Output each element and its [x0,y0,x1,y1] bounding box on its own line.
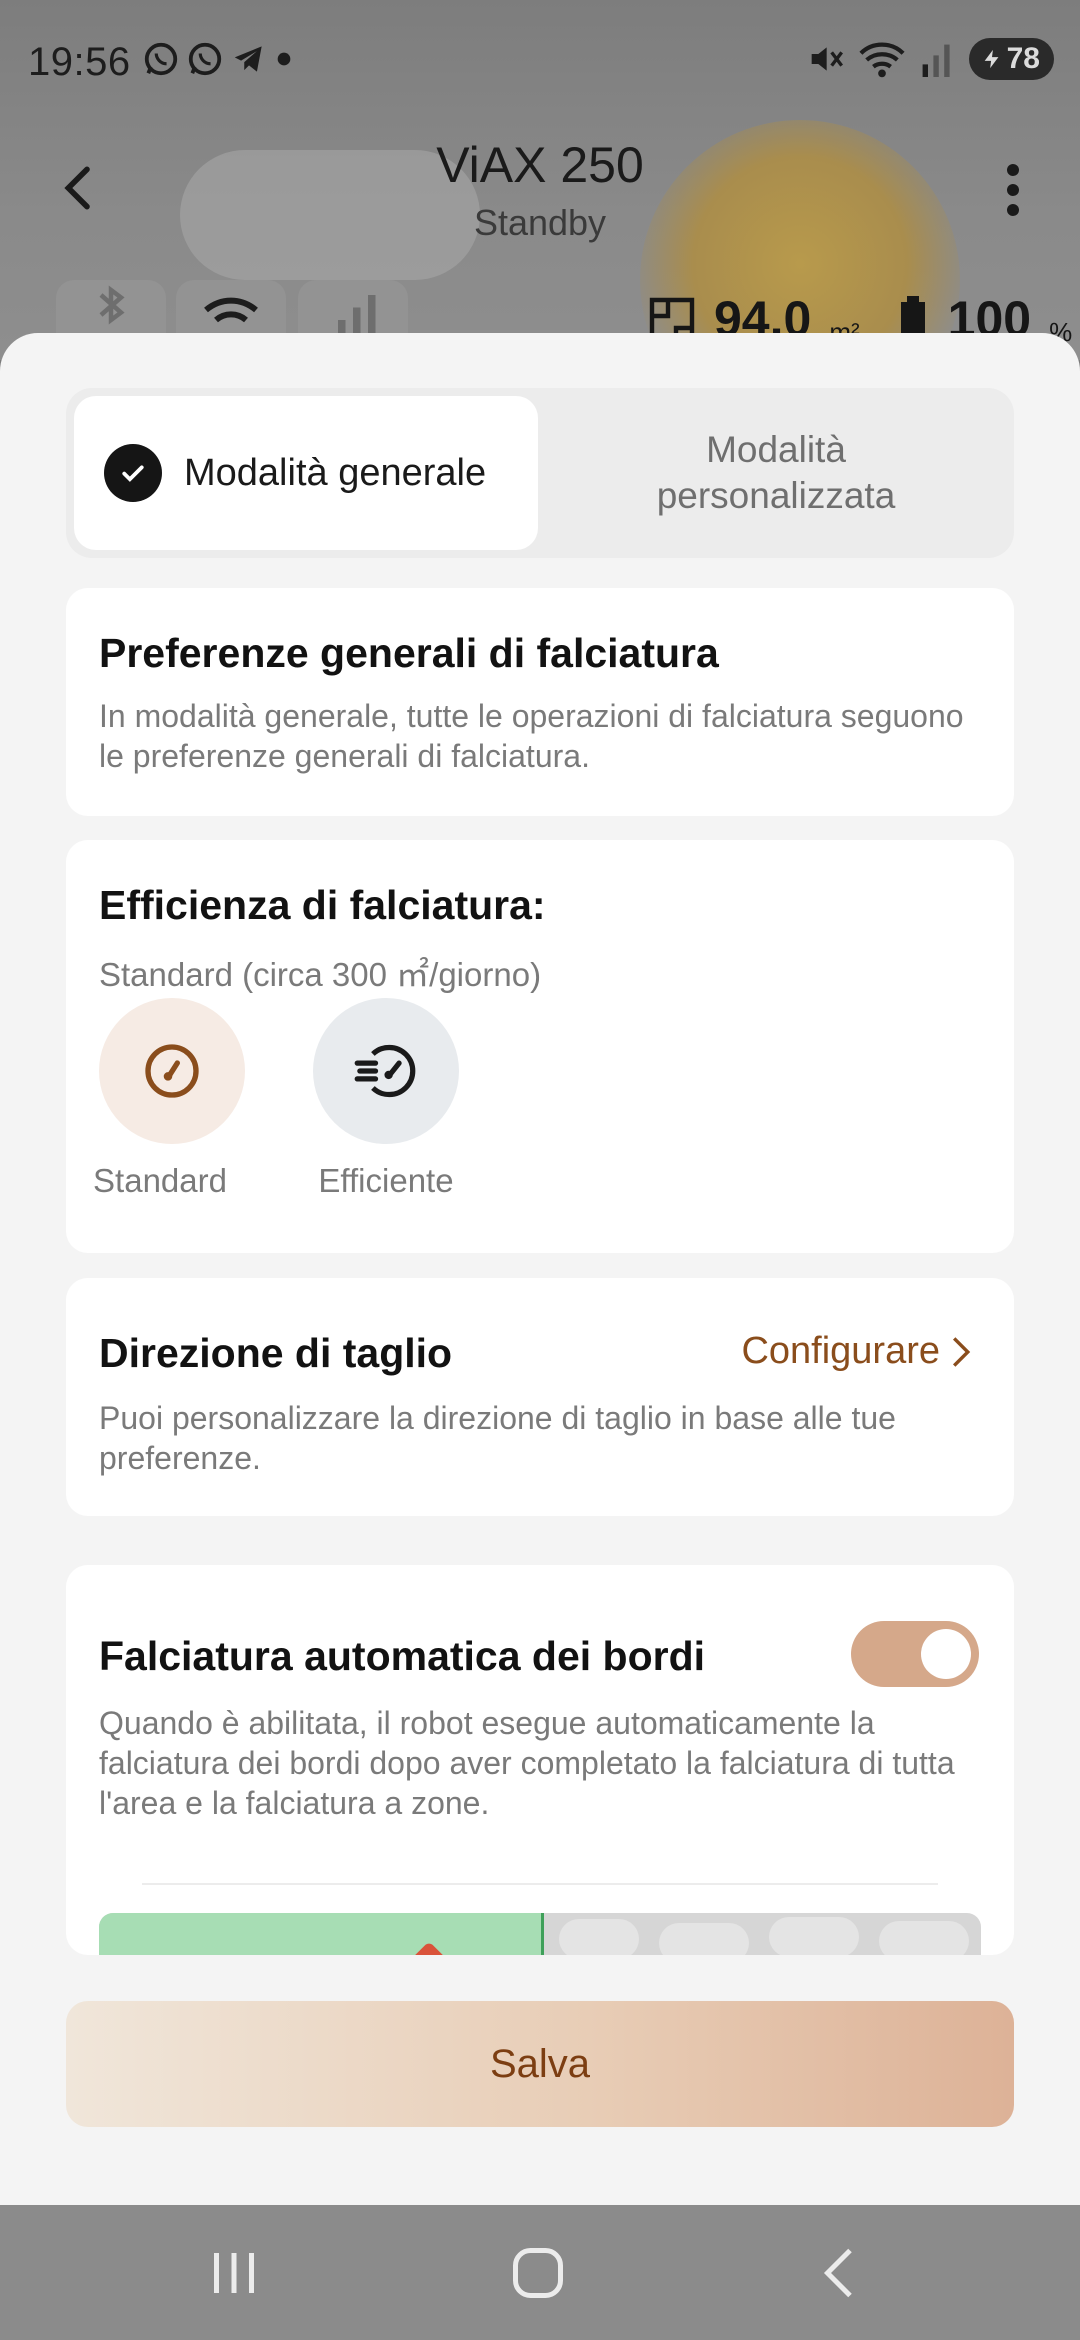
status-bar: 19:56 78 [0,0,1080,120]
device-status: Standby [473,202,607,243]
paving-stone [769,1917,859,1955]
charging-icon [984,49,999,69]
edge-mowing-illustration [99,1913,981,1955]
mowing-preferences-sheet: Modalità generale Modalità personalizzat… [0,333,1080,2205]
section-divider [142,1883,938,1885]
tab-custom-mode[interactable]: Modalità personalizzata [546,396,1006,550]
efficient-option-button[interactable] [313,998,459,1144]
efficiency-card: Efficienza di falciatura: Standard (circ… [66,840,1014,1253]
efficiency-current: Standard (circa 300 ㎡/giorno) [99,956,542,993]
home-icon[interactable] [508,2243,568,2303]
edge-mowing-toggle[interactable] [851,1621,979,1687]
tab-general-label: Modalità generale [184,451,487,494]
general-preferences-card: Preferenze generali di falciatura In mod… [66,588,1014,816]
battery-level: 78 [1006,42,1040,75]
signal-icon [922,44,950,77]
efficient-option-label: Efficiente [318,1162,454,1199]
cut-direction-description: Puoi personalizzare la direzione di tagl… [99,1400,896,1476]
more-options-icon[interactable] [998,160,1028,220]
bluetooth-icon [99,285,125,325]
paving-stone [659,1923,749,1955]
general-preferences-title: Preferenze generali di falciatura [99,630,719,676]
status-time: 19:56 [28,40,131,84]
paving-stone [879,1921,969,1955]
chevron-right-icon [952,1336,971,1367]
save-button[interactable]: Salva [66,2001,1014,2127]
standard-option-label: Standard [93,1162,227,1199]
signal-icon [338,295,376,340]
edge-mowing-description: Quando è abilitata, il robot esegue auto… [99,1705,955,1821]
configure-link[interactable]: Configurare [741,1330,972,1373]
telegram-icon [234,46,262,72]
grass-area [99,1913,544,1955]
paving-stone [559,1919,639,1955]
toggle-knob [921,1629,971,1679]
tab-general-mode[interactable]: Modalità generale [74,396,538,550]
check-icon [104,444,162,502]
mode-segmented-control: Modalità generale Modalità personalizzat… [66,388,1014,558]
cut-direction-title: Direzione di taglio [99,1330,453,1376]
recent-apps-icon[interactable] [204,2243,264,2303]
system-navigation-bar [0,2205,1080,2340]
mute-icon [811,47,843,71]
efficiency-title: Efficienza di falciatura: [99,882,546,928]
notification-icons [142,40,294,78]
edge-mowing-title: Falciatura automatica dei bordi [99,1633,706,1679]
general-preferences-description: In modalità generale, tutte le operazion… [99,698,964,774]
device-title: ViAX 250 [436,137,644,193]
battery-indicator: 78 [968,38,1054,80]
dot-icon [277,52,291,66]
system-back-icon[interactable] [810,2243,870,2303]
standard-speed-icon [145,1044,199,1098]
edge-mowing-card: Falciatura automatica dei bordi Quando è… [66,1565,1014,1955]
efficient-speed-icon [354,1044,416,1098]
wifi-icon [204,297,258,323]
header-background: 19:56 78 ViAX 250 Standby 94.0 m² 100 % [0,0,1080,360]
configure-label: Configurare [741,1330,940,1372]
whatsapp-icon [188,42,222,76]
whatsapp-icon [144,42,178,76]
system-status-icons: 78 [805,38,1054,80]
wifi-icon [859,42,905,78]
top-nav: ViAX 250 Standby [0,120,1080,260]
standard-option-button[interactable] [99,998,245,1144]
cut-direction-card[interactable]: Direzione di taglio Configurare Puoi per… [66,1278,1014,1516]
